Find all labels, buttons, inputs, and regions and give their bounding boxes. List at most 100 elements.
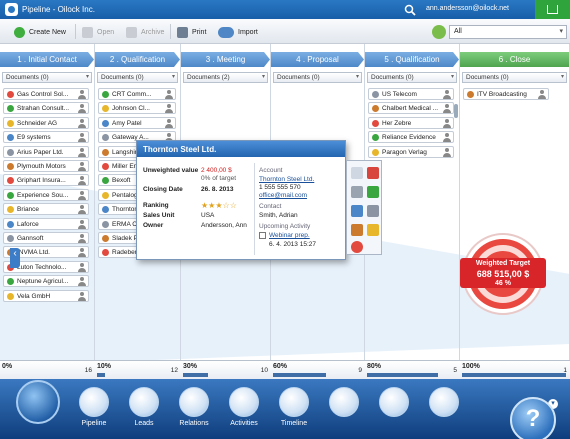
deal-card[interactable]: Paragon Verlag: [368, 145, 454, 158]
activity-checkbox[interactable]: [259, 232, 266, 239]
deal-name: Laforce: [17, 220, 39, 228]
nav-activities[interactable]: Activities: [222, 387, 266, 427]
open-button[interactable]: Open: [82, 25, 114, 39]
target-label: Weighted Target: [475, 260, 531, 267]
deal-card[interactable]: Amy Patel: [98, 116, 176, 129]
stage-header[interactable]: 5 . Qualification: [365, 52, 459, 67]
status-dot-icon: [102, 163, 109, 170]
home-orb-button[interactable]: [16, 380, 60, 424]
print-small-icon[interactable]: [351, 186, 363, 198]
stage-header[interactable]: 6 . Close: [460, 52, 569, 67]
stage-progress-bar: [183, 373, 209, 377]
documents-dropdown[interactable]: Documents (0): [97, 72, 178, 83]
stage-header[interactable]: 3 . Meeting: [181, 52, 270, 67]
deal-card[interactable]: Schneider AG: [3, 116, 89, 129]
ranking-stars[interactable]: ★★★☆☆: [201, 201, 237, 210]
deal-card[interactable]: ITV Broadcasting: [463, 88, 549, 100]
open-label: Open: [97, 28, 115, 36]
add-contact-icon[interactable]: [367, 186, 379, 198]
search-icon[interactable]: [404, 4, 416, 16]
deal-name: Experience Sou...: [17, 191, 69, 199]
activity-link[interactable]: Webinar prep.: [269, 232, 310, 239]
chat-icon[interactable]: [351, 205, 363, 217]
stage-header[interactable]: 4 . Proposal: [271, 52, 364, 67]
status-dot-icon: [7, 119, 14, 127]
deal-card[interactable]: Laforce: [3, 217, 89, 230]
person-icon: [78, 104, 86, 114]
print-label: Print: [192, 28, 207, 36]
deal-card[interactable]: CRT Comm...: [98, 88, 176, 100]
contact-name[interactable]: Smith, Adrian: [259, 212, 298, 219]
deal-card[interactable]: Strahan Consult...: [3, 102, 89, 115]
user-icon[interactable]: [351, 224, 363, 236]
deal-card[interactable]: Johnson Cl...: [98, 102, 176, 115]
scroll-left-handle[interactable]: ‹: [10, 248, 20, 268]
status-dot-icon: [7, 278, 14, 286]
title-bar: Pipeline - Oilock Inc. ann.andersson@oil…: [0, 0, 570, 19]
stage-count: 16: [84, 367, 92, 374]
contact-card-icon[interactable]: [367, 167, 379, 179]
documents-dropdown[interactable]: Documents (0): [2, 72, 92, 83]
stage-count: 5: [453, 367, 457, 374]
nav-timeline[interactable]: Timeline: [272, 387, 316, 427]
deal-card[interactable]: Gas Control Sol...: [3, 88, 89, 100]
zoom-icon[interactable]: [351, 167, 363, 179]
nav-settings[interactable]: [422, 387, 466, 420]
stage-probability: 80%: [367, 363, 382, 370]
documents-dropdown[interactable]: Documents (2): [183, 72, 268, 83]
create-new-button[interactable]: Create New: [14, 25, 66, 39]
status-dot-icon: [7, 292, 14, 300]
deal-card[interactable]: Vela GmbH: [3, 289, 89, 302]
nav-leads[interactable]: Leads: [122, 387, 166, 427]
print-button[interactable]: Print: [177, 25, 206, 39]
nav-pipeline[interactable]: Pipeline: [72, 387, 116, 427]
basket-menu-button[interactable]: [535, 0, 570, 19]
status-dot-icon: [467, 91, 474, 98]
deal-card[interactable]: Reliance Evidence: [368, 131, 454, 144]
deal-card[interactable]: Plymouth Motors: [3, 160, 89, 172]
archive-button[interactable]: Archive: [126, 25, 164, 39]
status-dot-icon: [372, 105, 379, 113]
deal-name: Gannsoft: [17, 235, 44, 242]
stage-header[interactable]: 2 . Qualification: [95, 52, 180, 67]
attach-icon[interactable]: [367, 205, 379, 217]
status-dot-icon: [7, 235, 14, 242]
deal-card[interactable]: Gannsoft: [3, 232, 89, 244]
account-link[interactable]: Thornton Steel Ltd.: [259, 176, 314, 183]
note-icon[interactable]: [367, 224, 379, 236]
filter-dropdown[interactable]: All: [432, 24, 567, 39]
deal-card[interactable]: Neptune Agricul...: [3, 275, 89, 288]
deal-card[interactable]: E9 systems: [3, 131, 89, 144]
documents-dropdown[interactable]: Documents (0): [273, 72, 362, 83]
user-email[interactable]: ann.andersson@oilock.net: [426, 5, 509, 12]
documents-dropdown[interactable]: Documents (0): [367, 72, 457, 83]
stage-header[interactable]: 1 . Initial Contact: [0, 52, 94, 67]
deal-card[interactable]: Arius Paper Ltd.: [3, 145, 89, 158]
deal-card[interactable]: Experience Sou...: [3, 188, 89, 201]
nav-forecast[interactable]: [372, 387, 416, 420]
person-icon: [78, 118, 86, 128]
app-logo-icon: [5, 3, 18, 16]
delete-icon[interactable]: [351, 241, 363, 253]
deal-name: Griphart Insura...: [17, 177, 66, 185]
deal-card[interactable]: US Telecom: [368, 88, 454, 100]
account-email[interactable]: office@mail.com: [259, 192, 307, 199]
import-button[interactable]: Import: [218, 25, 258, 39]
deal-card[interactable]: Briance: [3, 203, 89, 216]
deal-card[interactable]: Griphart Insura...: [3, 174, 89, 187]
nav-reports[interactable]: [322, 387, 366, 420]
deal-name: Amy Patel: [112, 119, 142, 127]
column-scrollbar[interactable]: [454, 104, 458, 118]
pipeline-icon: [79, 387, 109, 417]
stage-progress-bar: [273, 373, 326, 377]
deal-card[interactable]: Her Zebre: [368, 116, 454, 129]
target-percent: 46 %: [495, 280, 511, 287]
account-label: Account: [259, 167, 283, 174]
documents-dropdown[interactable]: Documents (0): [462, 72, 567, 83]
deal-card[interactable]: Chalbert Medical ...: [368, 102, 454, 115]
sales-unit-label: Sales Unit: [143, 212, 175, 219]
stage-count: 12: [170, 367, 178, 374]
filter-select[interactable]: All: [449, 24, 567, 39]
nav-relations[interactable]: Relations: [172, 387, 216, 427]
help-button[interactable]: ?: [510, 397, 556, 439]
